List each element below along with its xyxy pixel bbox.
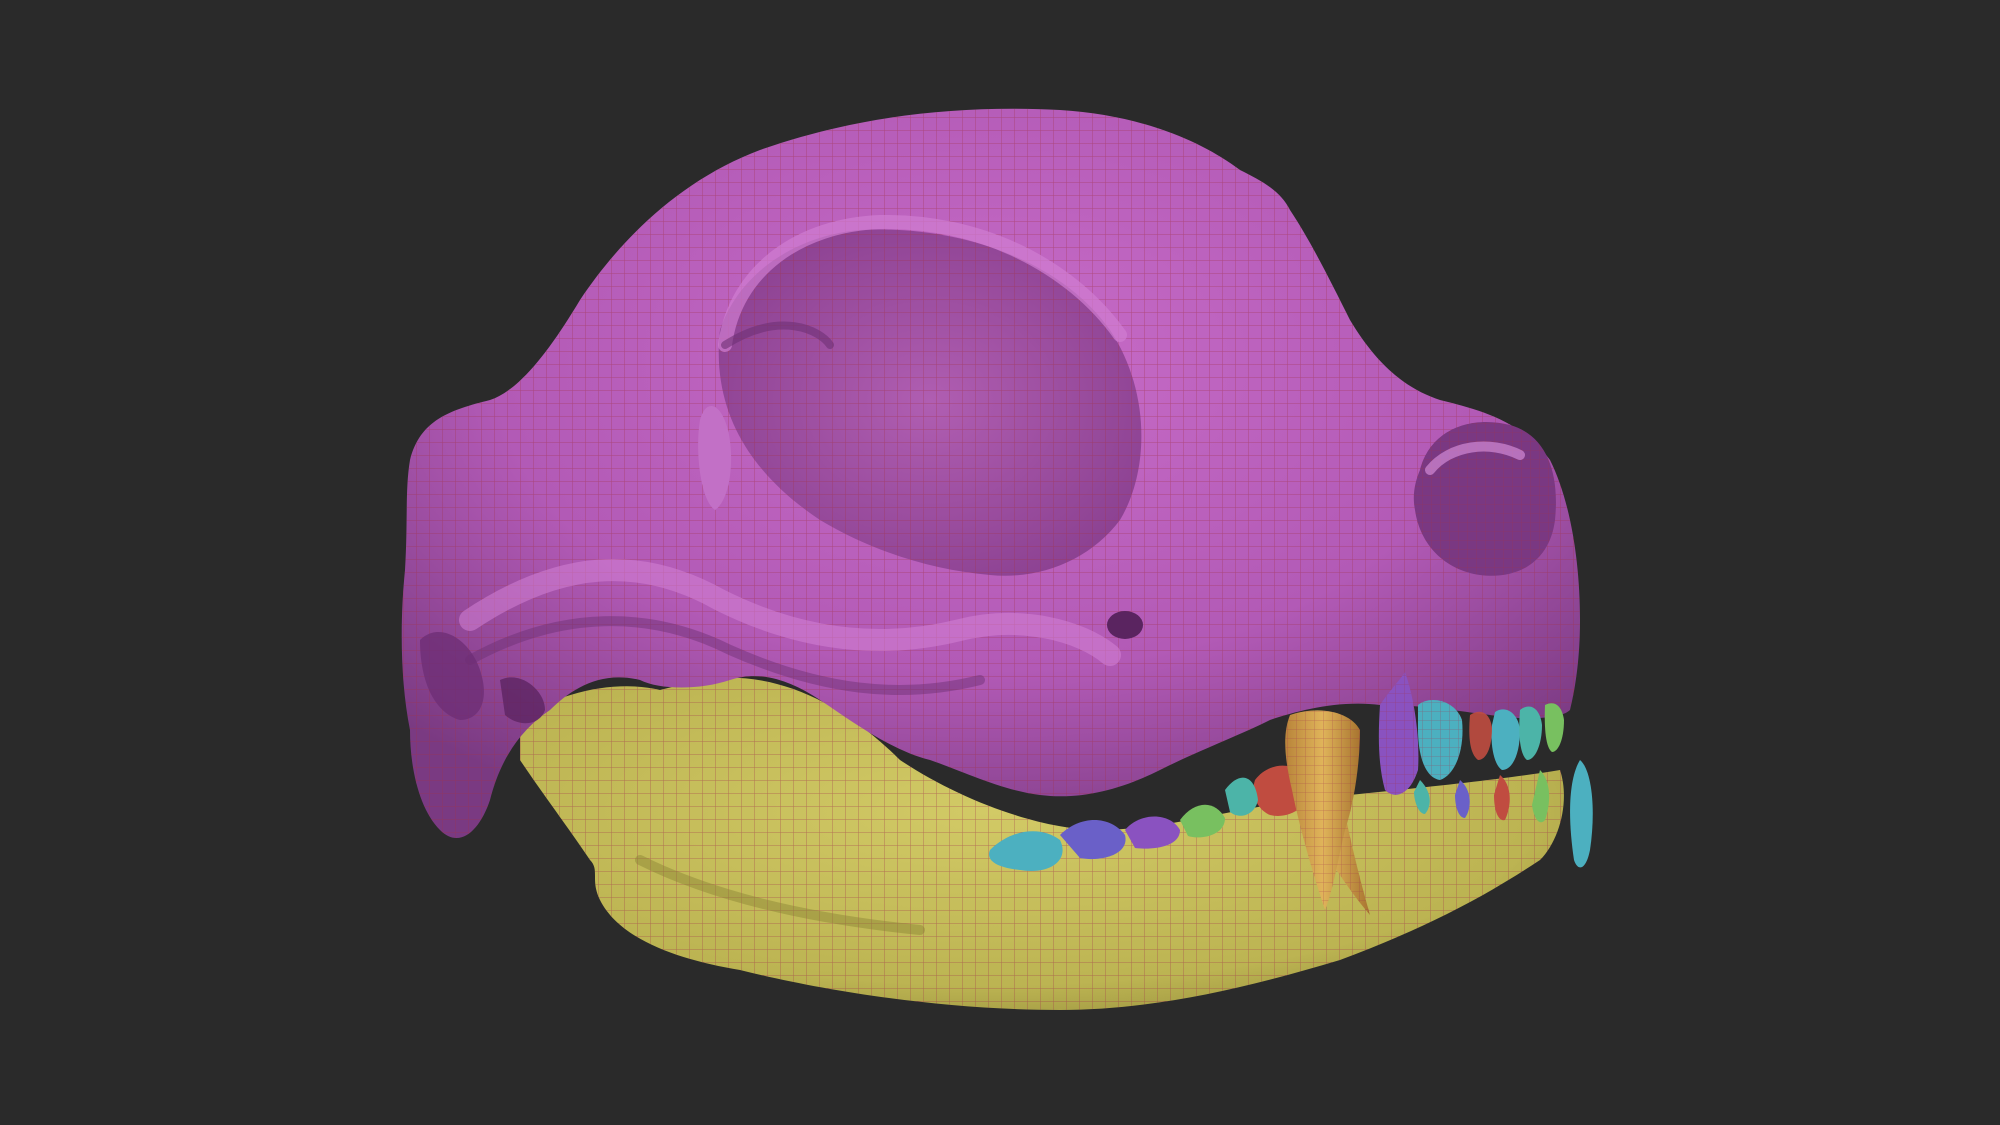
foramen <box>1107 611 1143 639</box>
3d-viewport[interactable] <box>0 0 2000 1125</box>
skull-model-render[interactable] <box>0 0 2000 1125</box>
